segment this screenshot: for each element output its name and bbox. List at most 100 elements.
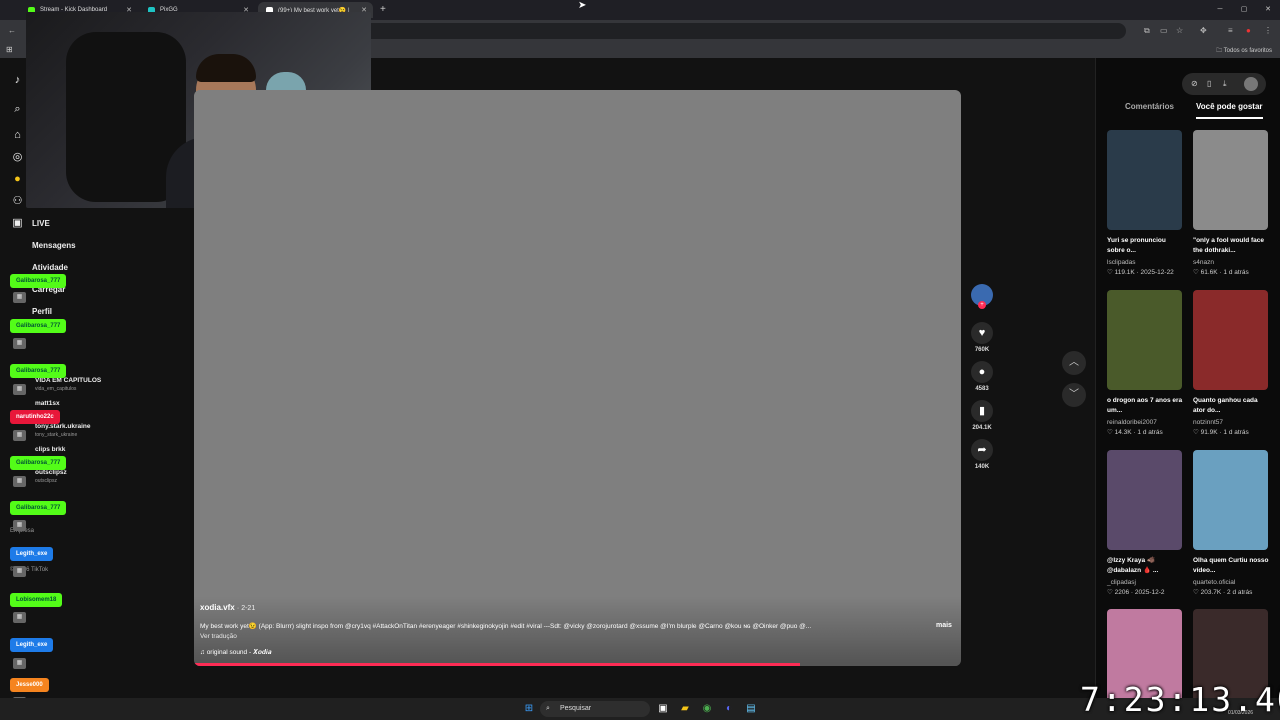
share-icon: ➦ [971,439,993,461]
following-account-name[interactable]: outsclipsz [35,469,67,476]
video-thumbnail[interactable] [1107,130,1182,230]
menu-icon[interactable]: ⋮ [1264,26,1272,35]
video-thumbnail[interactable] [1107,290,1182,390]
video-thumbnail[interactable] [1107,450,1182,550]
user-avatar[interactable] [1244,77,1258,91]
following-icon[interactable]: ● [11,173,24,186]
back-icon[interactable]: ← [8,26,16,35]
video-player[interactable]: xodia.vfx · 2-21 My best work yet😉 (App:… [194,90,961,666]
following-account-name[interactable]: VIDA EM CAPITULOS [35,377,101,384]
next-video-button[interactable]: ﹀ [1062,383,1086,407]
video-thumbnail[interactable] [1193,130,1268,230]
app-icon[interactable]: ▤ [744,702,758,716]
tab-comments[interactable]: Comentários [1125,102,1174,111]
video-sound[interactable]: ♫ original sound - 𝑿𝒐𝒅𝒊𝒂 [200,649,271,657]
card-title[interactable]: @Izzy Kraya 🐗 @dabalazn 🩸 ... [1107,556,1185,577]
window-controls: ─ ▢ ✕ [1208,0,1280,20]
star-icon[interactable]: ☆ [1176,26,1183,35]
see-translation-link[interactable]: Ver tradução [200,633,237,640]
tray-date: 01/03/2026 [1228,710,1254,716]
maximize-icon[interactable]: ▢ [1232,0,1256,20]
card-author[interactable]: reinaldoribei2007 [1107,419,1185,426]
all-bookmarks-link[interactable]: 🗀 Todos os favoritos [1216,46,1272,56]
suggested-video-card[interactable]: Olha quem Curtiu nosso vídeo... quarteto.… [1193,450,1271,596]
new-tab-icon[interactable]: + [380,4,386,15]
tab-suggested[interactable]: Você pode gostar [1196,102,1263,119]
discord-icon[interactable]: ◐ [722,702,736,716]
suggested-video-card[interactable]: Quanto ganhou cada ator do... notzinnt57 ♡… [1193,290,1271,436]
following-account-name[interactable]: clips brkk [35,446,65,453]
chat-sticker-icon: ▦ [13,338,26,349]
tiktok-logo-icon[interactable]: ♪ [11,74,24,87]
card-author[interactable]: _clipadasj [1107,579,1185,586]
suggested-video-card[interactable]: Yuri se pronunciou sobre o... lsclipadas ♡… [1107,130,1185,276]
follow-plus-icon[interactable]: + [978,301,986,309]
minimize-icon[interactable]: ─ [1208,0,1232,20]
card-title[interactable]: Quanto ganhou cada ator do... [1193,396,1271,417]
translate-icon[interactable]: ⧉ [1144,26,1150,36]
sidebar-item-live[interactable]: LIVE [32,219,50,228]
panel-toolbar: ⊘ ▯ ⤓ [1182,73,1266,95]
card-title[interactable]: o drogon aos 7 anos era um... [1107,396,1185,417]
card-title[interactable]: Yuri se pronunciou sobre o... [1107,236,1185,257]
sidebar-item-profile[interactable]: Perfil [32,307,52,316]
windows-start-icon[interactable]: ⊞ [522,702,536,716]
video-thumbnail[interactable] [1193,450,1268,550]
comment-button[interactable]: ● 4583 [968,361,996,392]
video-thumbnail[interactable] [1193,290,1268,390]
following-account-name[interactable]: matt1sx [35,400,60,407]
heart-icon: ♡ [1193,589,1201,596]
profile-avatar-icon[interactable]: ● [1246,26,1251,35]
card-likes: 119.1K [1114,269,1135,276]
card-author[interactable]: lsclipadas [1107,259,1185,266]
block-icon[interactable]: ⊘ [1191,79,1198,88]
sidebar-item-activity[interactable]: Atividade [32,263,68,272]
suggested-video-card[interactable]: "only a fool would face the dothraki... s… [1193,130,1271,276]
media-icon[interactable]: ≡ [1228,26,1233,35]
taskbar-search[interactable]: ⌕ Pesquisar [540,701,650,717]
task-view-icon[interactable]: ▣ [656,702,670,716]
phone-icon[interactable]: ▯ [1207,79,1211,88]
card-author[interactable]: s4nazn [1193,259,1271,266]
like-button[interactable]: ♥ 760K [968,322,996,353]
chrome-icon[interactable]: ◉ [700,702,714,716]
suggested-video-card[interactable]: @Izzy Kraya 🐗 @dabalazn 🩸 ... _clipadasj ♡… [1107,450,1185,596]
previous-video-button[interactable]: ︿ [1062,351,1086,375]
apps-icon[interactable]: ⊞ [6,45,13,54]
file-explorer-icon[interactable]: ▰ [678,702,692,716]
cast-icon[interactable]: ▭ [1160,26,1168,35]
following-account-handle: tony_stark_ukraine [35,432,78,438]
heart-icon: ♡ [1107,269,1115,276]
following-account-name[interactable]: tony.stark.ukraine [35,423,91,430]
creator-avatar[interactable]: + [968,284,996,309]
extensions-icon[interactable]: ✥ [1200,26,1207,35]
chat-username-badge: Galibarosa_777 [10,501,67,515]
friends-icon[interactable]: ⚇ [11,195,24,208]
card-title[interactable]: Olha quem Curtiu nosso vídeo... [1193,556,1271,577]
home-icon[interactable]: ⌂ [11,129,24,142]
video-progress-bar[interactable] [194,663,961,666]
download-icon[interactable]: ⤓ [1223,79,1227,89]
folder-icon: 🗀 [1216,48,1224,54]
chat-username-badge: Galibarosa_777 [10,364,67,378]
save-button[interactable]: ▮ 204.1K [968,400,996,431]
suggested-video-card[interactable]: o drogon aos 7 anos era um... reinaldorib… [1107,290,1185,436]
caption-more-link[interactable]: mais [936,622,952,629]
video-author[interactable]: xodia.vfx [200,603,235,612]
share-button[interactable]: ➦ 140K [968,439,996,470]
sidebar-item-messages[interactable]: Mensagens [32,241,76,250]
explore-icon[interactable]: ◎ [11,151,24,164]
chat-sticker-icon: ▦ [13,520,26,531]
card-title[interactable]: "only a fool would face the dothraki... [1193,236,1271,257]
live-icon[interactable]: ▣ [11,217,24,230]
close-window-icon[interactable]: ✕ [1256,0,1280,20]
chat-sticker-icon: ▦ [13,384,26,395]
search-icon[interactable]: ⌕ [11,103,24,116]
share-count: 140K [974,464,990,470]
card-date: 2025-12-2 [1134,589,1165,596]
card-author[interactable]: notzinnt57 [1193,419,1271,426]
mouse-cursor-icon: ➤ [578,0,587,11]
card-likes: 91.9K [1200,429,1218,436]
card-author[interactable]: quarteto.oficial [1193,579,1271,586]
comment-icon: ● [971,361,993,383]
